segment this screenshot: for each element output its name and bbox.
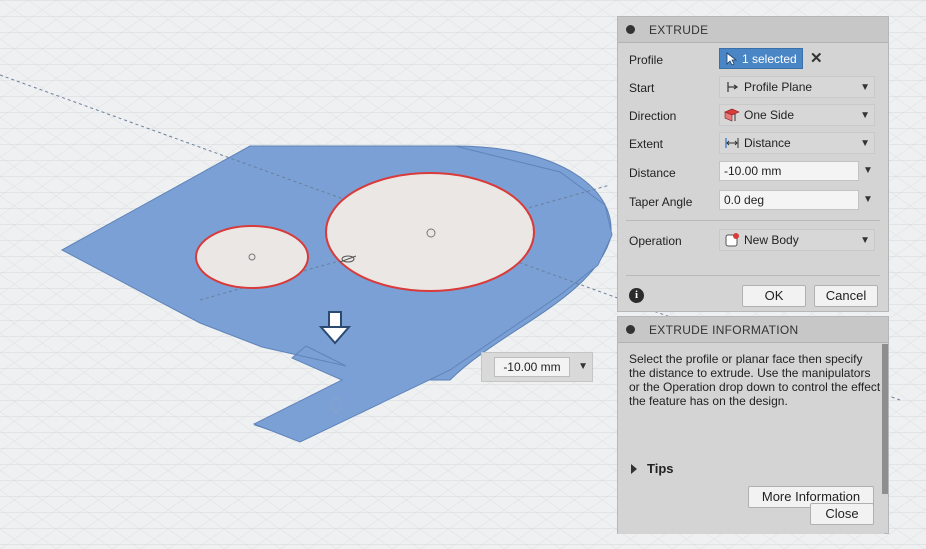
extrude-information-panel: EXTRUDE INFORMATION Select the profile o… (617, 316, 889, 534)
clear-selection-icon[interactable]: ✕ (810, 49, 823, 67)
direction-row: Direction One Side ▼ (618, 104, 888, 128)
collapse-dot-icon[interactable] (626, 325, 635, 334)
ok-button[interactable]: OK (742, 285, 806, 307)
direction-label: Direction (629, 109, 677, 123)
extent-dropdown[interactable]: Distance ▼ (719, 132, 875, 154)
start-row: Start Profile Plane ▼ (618, 76, 888, 100)
profile-label: Profile (629, 53, 664, 67)
chevron-down-icon: ▼ (860, 82, 870, 93)
profile-select-button[interactable]: 1 selected (719, 48, 803, 69)
small-circle-hole[interactable] (195, 225, 309, 289)
start-value: Profile Plane (744, 80, 813, 94)
operation-value: New Body (744, 233, 799, 247)
distance-label: Distance (629, 166, 676, 180)
profile-row: Profile 1 selected ✕ (618, 48, 888, 72)
chevron-down-icon: ▼ (860, 110, 870, 121)
chevron-down-icon[interactable]: ▼ (863, 194, 873, 205)
taper-angle-label: Taper Angle (629, 195, 693, 209)
extrude-dialog: EXTRUDE Profile 1 selected ✕ Start Profi… (617, 16, 889, 312)
extent-label: Extent (629, 137, 664, 151)
cancel-button[interactable]: Cancel (814, 285, 878, 307)
operation-row: Operation New Body ▼ (618, 229, 888, 253)
chevron-down-icon: ▼ (860, 235, 870, 246)
start-dropdown[interactable]: Profile Plane ▼ (719, 76, 875, 98)
new-body-icon (724, 232, 740, 248)
distance-input[interactable]: -10.00 mm (719, 161, 859, 181)
chevron-down-icon[interactable]: ▼ (578, 361, 588, 372)
chevron-down-icon: ▼ (860, 138, 870, 149)
close-button[interactable]: Close (810, 503, 874, 525)
one-side-icon (724, 107, 740, 123)
collapse-dot-icon[interactable] (626, 25, 635, 34)
taper-angle-input[interactable]: 0.0 deg (719, 190, 859, 210)
large-circle-hole[interactable] (325, 172, 535, 292)
extent-row: Extent Distance ▼ (618, 132, 888, 156)
direction-dropdown[interactable]: One Side ▼ (719, 104, 875, 126)
distance-icon (724, 135, 740, 151)
cursor-arrow-icon (726, 51, 738, 66)
direction-value: One Side (744, 108, 795, 122)
triangle-right-icon (631, 463, 637, 474)
divider (626, 275, 880, 276)
info-panel-header[interactable]: EXTRUDE INFORMATION (618, 317, 888, 343)
distance-row: Distance -10.00 mm ▼ (618, 161, 888, 185)
info-description: Select the profile or planar face then s… (629, 352, 881, 408)
extrude-dialog-header[interactable]: EXTRUDE (618, 17, 888, 43)
operation-label: Operation (629, 234, 682, 248)
chevron-down-icon[interactable]: ▼ (863, 165, 873, 176)
info-panel-title: EXTRUDE INFORMATION (649, 322, 799, 337)
tips-toggle[interactable]: Tips (631, 461, 674, 476)
extrude-dialog-title: EXTRUDE (649, 22, 709, 37)
start-label: Start (629, 81, 655, 95)
profile-plane-icon (724, 79, 740, 95)
operation-dropdown[interactable]: New Body ▼ (719, 229, 875, 251)
divider (626, 220, 880, 221)
distance-manipulator-input[interactable]: -10.00 mm (494, 357, 570, 377)
tips-label: Tips (647, 461, 674, 476)
info-scrollbar[interactable] (882, 344, 888, 494)
info-icon[interactable]: i (629, 288, 644, 303)
taper-angle-row: Taper Angle 0.0 deg ▼ (618, 190, 888, 214)
extent-value: Distance (744, 136, 791, 150)
distance-manipulator[interactable]: -10.00 mm ▼ (481, 352, 593, 382)
profile-select-value: 1 selected (742, 51, 797, 66)
